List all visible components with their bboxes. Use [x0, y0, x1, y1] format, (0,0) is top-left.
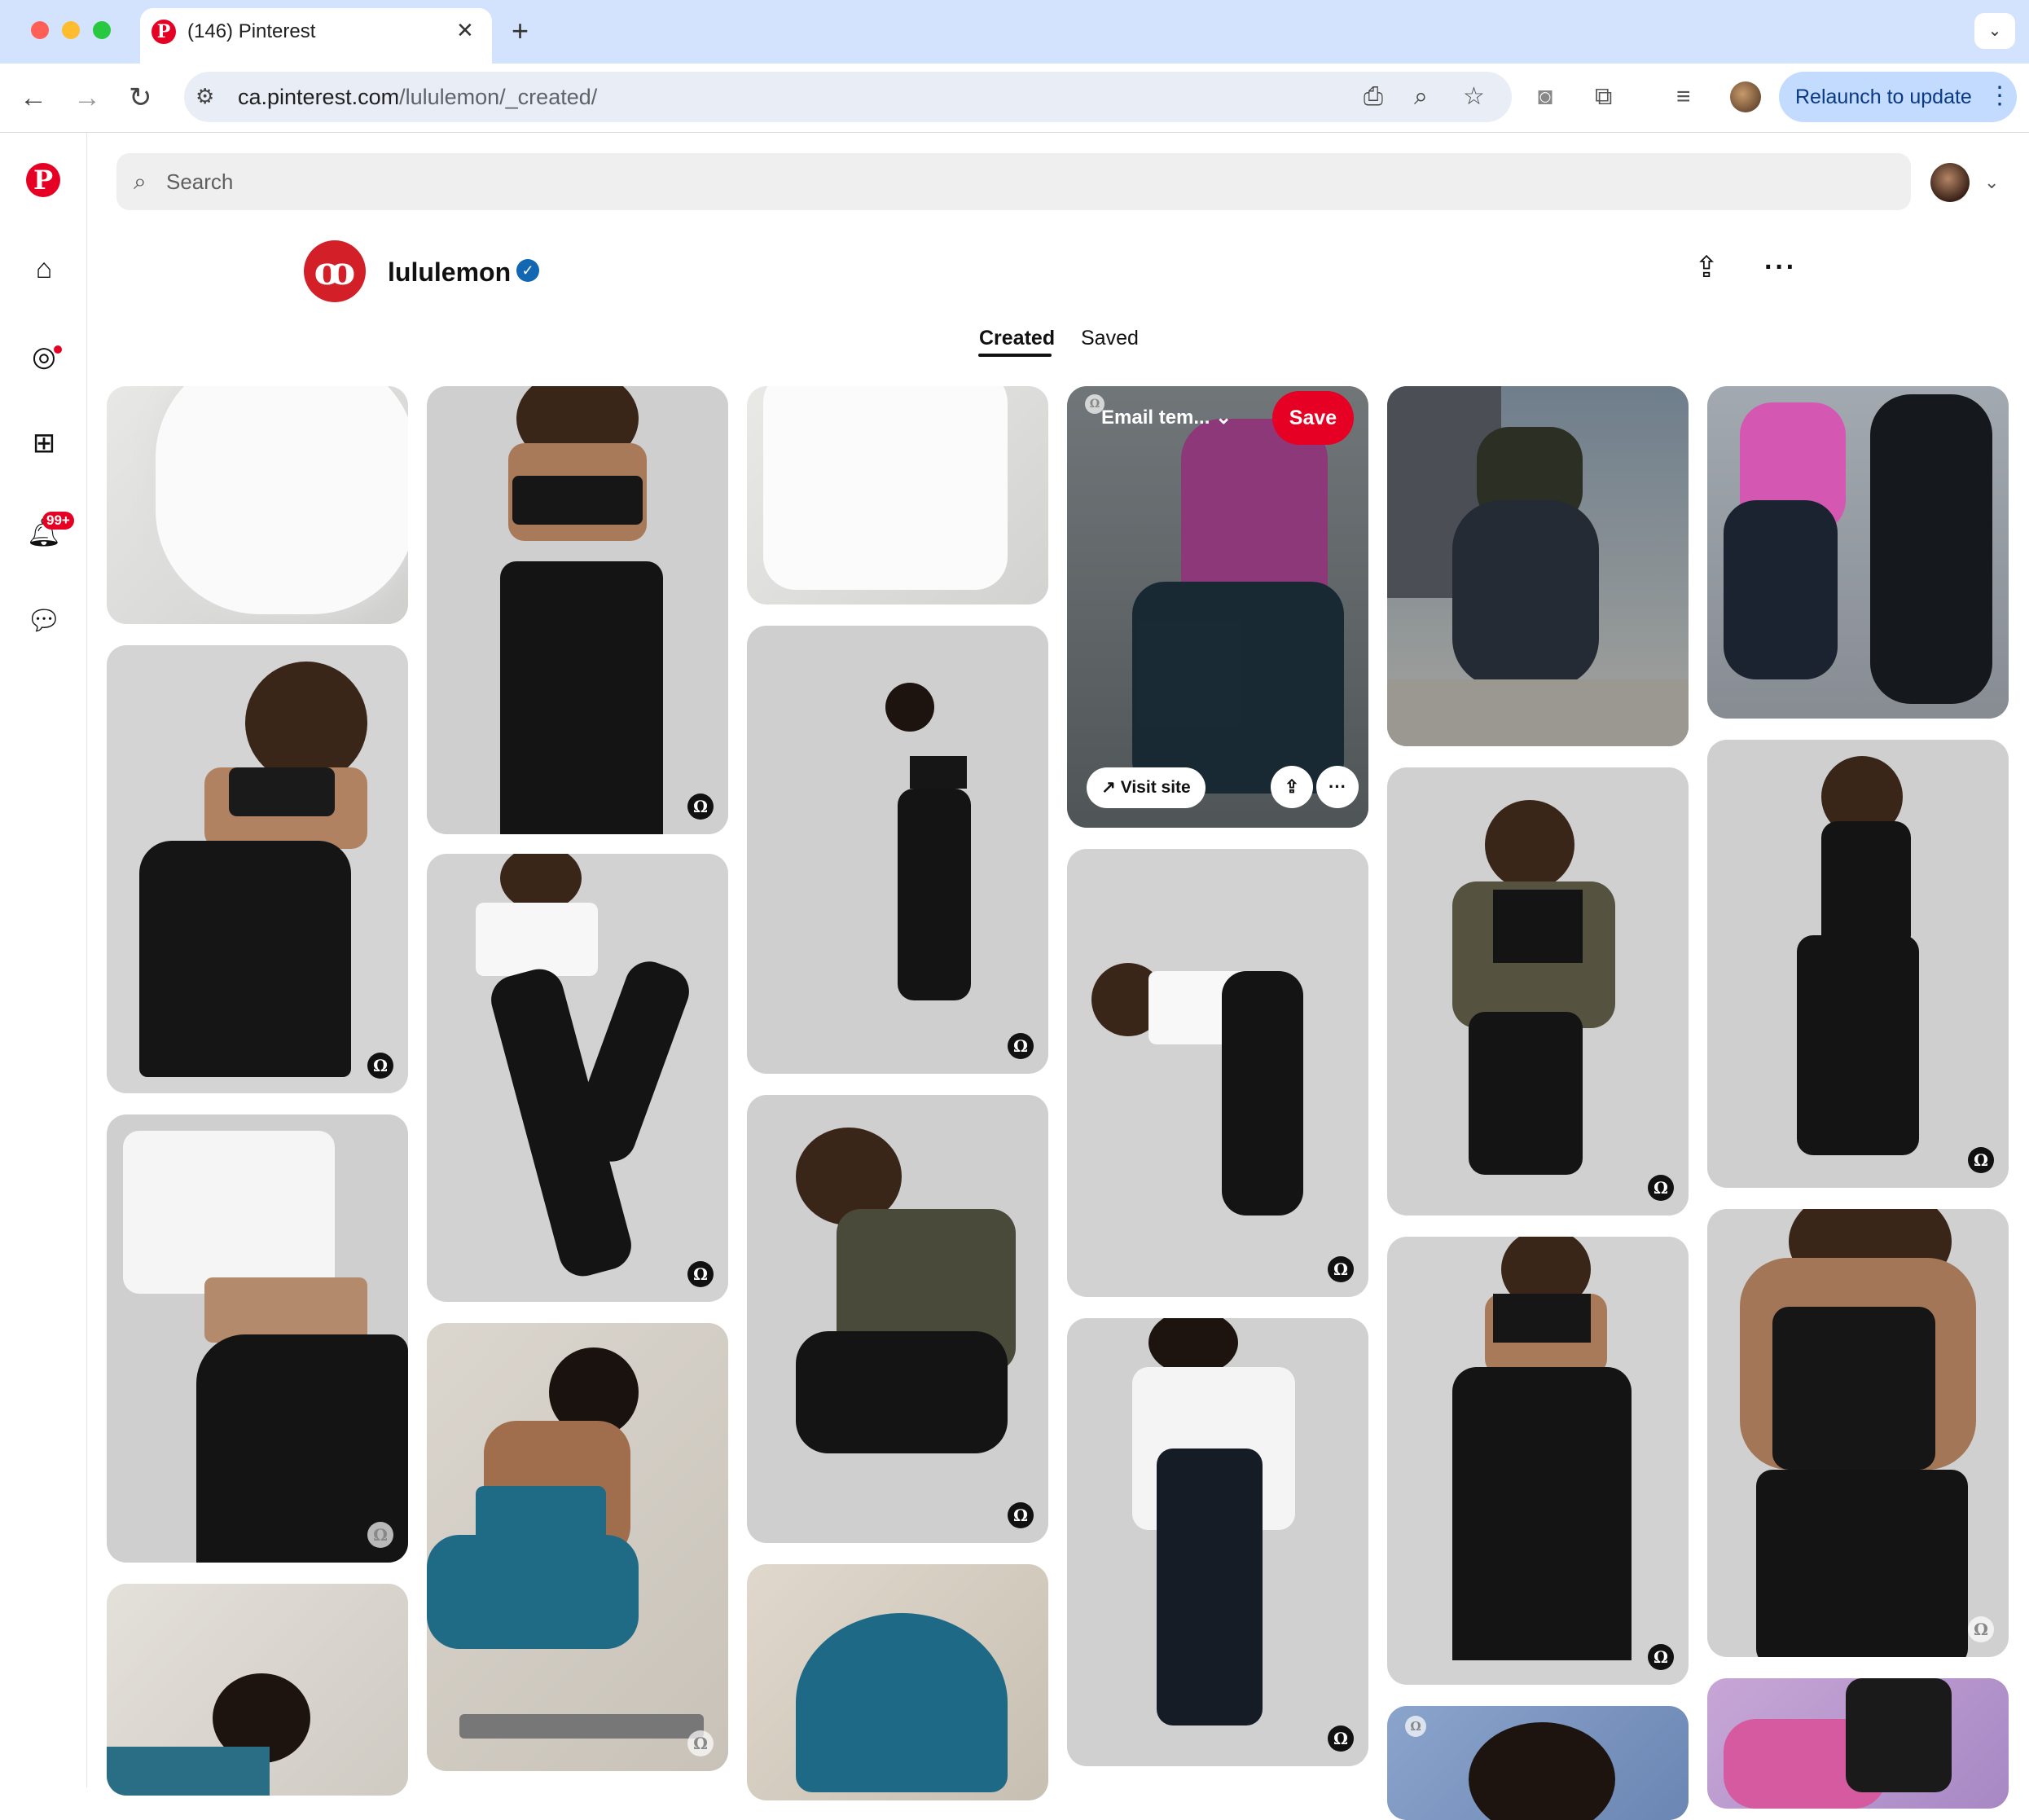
pin-card[interactable]: Ω	[1707, 740, 2009, 1188]
install-app-icon[interactable]: ⎙	[1364, 81, 1383, 112]
camera-icon[interactable]: ◙	[1538, 81, 1552, 112]
home-icon[interactable]: ⌂	[26, 251, 62, 287]
explore-icon[interactable]: ◎	[26, 339, 62, 375]
lululemon-badge-icon: Ω	[687, 1261, 714, 1287]
lululemon-badge-icon: Ω	[1008, 1502, 1034, 1528]
verified-check-icon: ✓	[516, 259, 539, 282]
zoom-icon[interactable]: ⌕	[1414, 81, 1428, 112]
pin-card[interactable]: Ω	[427, 854, 728, 1302]
chevron-down-icon[interactable]: ⌄	[1984, 168, 1999, 197]
close-window-button[interactable]	[31, 21, 49, 39]
more-vert-icon[interactable]: ⋮	[1987, 78, 2012, 114]
explore-dot-badge	[54, 345, 62, 354]
board-select-dropdown[interactable]: Email tem... ⌄	[1101, 406, 1232, 430]
profile-name[interactable]: lululemon	[388, 256, 511, 288]
tab-title: (146) Pinterest	[187, 20, 316, 42]
tab-saved[interactable]: Saved	[1081, 326, 1139, 350]
lululemon-logo[interactable]: ꝏ	[304, 240, 366, 302]
pin-card[interactable]: Ω	[1707, 1209, 2009, 1657]
arrow-up-right-icon: ↗	[1101, 778, 1116, 797]
hovered-pin-card[interactable]: Ω Email tem... ⌄ Save ↗ Visit site ⇪ ···	[1067, 386, 1368, 828]
pin-card[interactable]: Ω	[1067, 1318, 1368, 1766]
lululemon-badge-icon: Ω	[687, 794, 714, 820]
search-input[interactable]	[165, 165, 1145, 199]
tab-search-chevron-icon[interactable]: ⌄	[1974, 13, 2015, 49]
browser-profile-avatar[interactable]	[1730, 81, 1761, 112]
reload-icon[interactable]: ↻	[129, 80, 152, 116]
pin-more-icon[interactable]: ···	[1316, 766, 1359, 808]
extensions-icon[interactable]: ⧉	[1595, 81, 1612, 112]
pin-card[interactable]: Ω	[427, 1323, 728, 1771]
lululemon-badge-icon: Ω	[1648, 1175, 1674, 1201]
chevron-down-icon: ⌄	[1215, 407, 1232, 429]
pin-card[interactable]: Ω	[747, 1095, 1048, 1543]
visit-site-button[interactable]: ↗ Visit site	[1087, 767, 1206, 808]
notifications-badge: 99+	[42, 512, 74, 530]
new-tab-icon[interactable]: +	[512, 15, 529, 47]
site-settings-icon[interactable]: ⚙	[195, 80, 214, 112]
pin-card[interactable]	[1707, 1678, 2009, 1809]
back-icon[interactable]: ←	[20, 80, 47, 116]
messages-icon[interactable]: 💬︎	[26, 603, 62, 639]
lululemon-badge-icon: Ω	[367, 1522, 393, 1548]
pin-card[interactable]: Ω	[1387, 1706, 1689, 1820]
share-icon[interactable]: ⇪	[1694, 249, 1719, 285]
pin-card[interactable]: Ω	[747, 626, 1048, 1074]
pin-card[interactable]	[747, 1564, 1048, 1800]
lululemon-badge-icon: Ω	[367, 1053, 393, 1079]
url-text[interactable]: ca.pinterest.com/lululemon/_created/	[238, 83, 597, 111]
lululemon-badge-icon: Ω	[1968, 1147, 1994, 1173]
tab-created[interactable]: Created	[979, 326, 1055, 350]
lululemon-badge-icon: Ω	[1328, 1256, 1354, 1282]
lululemon-badge-icon: Ω	[687, 1730, 714, 1756]
lululemon-badge-icon: Ω	[1968, 1616, 1994, 1642]
tab-close-icon[interactable]: ✕	[456, 18, 474, 42]
pin-card[interactable]: Ω	[427, 386, 728, 834]
search-icon: ⌕	[134, 169, 147, 194]
pin-card[interactable]: Ω	[107, 645, 408, 1093]
relaunch-button[interactable]: Relaunch to update	[1779, 72, 2017, 122]
media-control-icon[interactable]: ≡	[1676, 81, 1691, 112]
lululemon-badge-icon: Ω	[1648, 1644, 1674, 1670]
pin-card[interactable]: Ω	[1387, 767, 1689, 1216]
share-pin-icon[interactable]: ⇪	[1271, 766, 1313, 808]
bookmark-star-icon[interactable]: ☆	[1463, 81, 1485, 112]
forward-icon[interactable]: →	[73, 80, 101, 116]
pinterest-logo-icon[interactable]: P	[26, 163, 60, 197]
pin-card[interactable]: Ω	[1067, 849, 1368, 1297]
lululemon-badge-icon: Ω	[1328, 1725, 1354, 1752]
pin-card[interactable]	[107, 1584, 408, 1796]
left-nav	[0, 133, 87, 1787]
active-tab-underline	[978, 354, 1052, 357]
maximize-window-button[interactable]	[93, 21, 111, 39]
minimize-window-button[interactable]	[62, 21, 80, 39]
lululemon-badge-icon: Ω	[1008, 1033, 1034, 1059]
save-button[interactable]: Save	[1272, 391, 1354, 445]
pin-card[interactable]: Ω	[107, 1114, 408, 1563]
lululemon-badge-icon: Ω	[1405, 1716, 1426, 1737]
more-options-icon[interactable]: ···	[1764, 249, 1797, 285]
pinterest-favicon-icon: P	[152, 20, 176, 44]
pin-card[interactable]: Ω	[1387, 1237, 1689, 1685]
create-icon[interactable]: ⊞	[26, 425, 62, 461]
pin-card[interactable]	[107, 386, 408, 624]
pin-hover-overlay	[1067, 386, 1368, 828]
pin-card[interactable]	[1707, 386, 2009, 719]
user-avatar[interactable]	[1930, 163, 1970, 202]
pin-card[interactable]	[1387, 386, 1689, 746]
pin-card[interactable]	[747, 386, 1048, 604]
